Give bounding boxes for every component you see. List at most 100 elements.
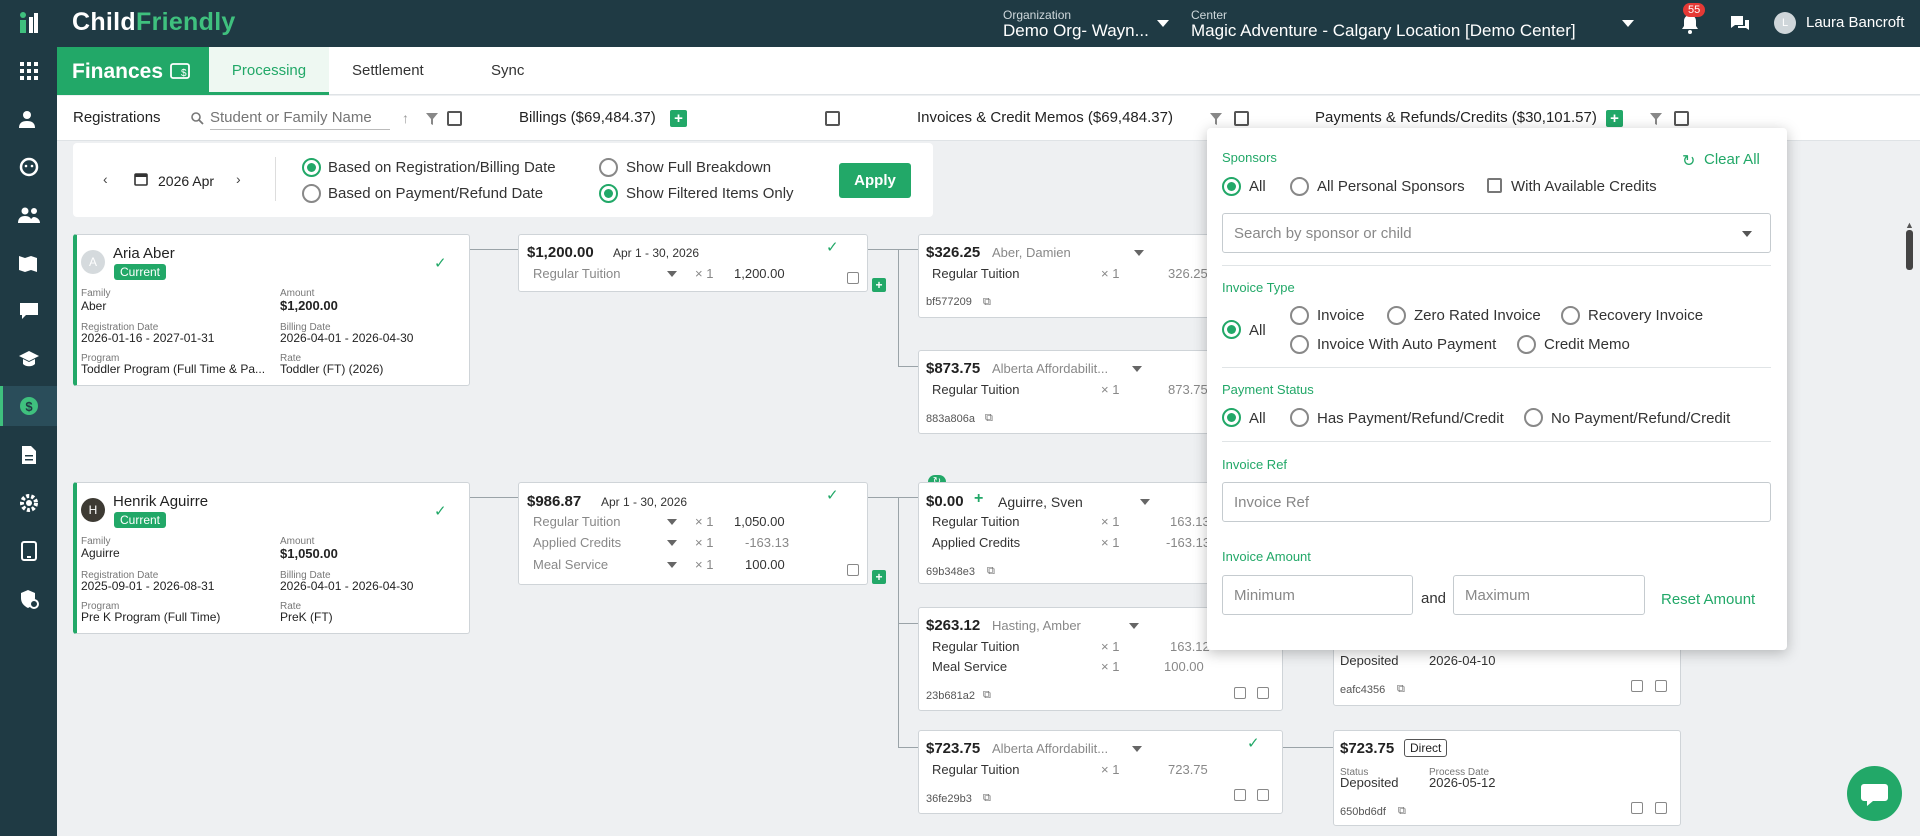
add-billing-button[interactable]: + bbox=[670, 110, 687, 127]
invoice-type-auto-payment-radio[interactable] bbox=[1290, 335, 1309, 354]
invoice-type-zero-rated-radio[interactable] bbox=[1387, 306, 1406, 325]
student-search-input[interactable] bbox=[210, 106, 390, 130]
show-full-breakdown-radio[interactable] bbox=[599, 158, 618, 177]
tab-settlement[interactable]: Settlement bbox=[352, 62, 424, 79]
menu-logo-icon[interactable] bbox=[18, 11, 40, 40]
with-available-credits-checkbox[interactable] bbox=[1487, 178, 1502, 193]
chevron-down-icon[interactable] bbox=[1742, 231, 1752, 237]
chevron-down-icon[interactable] bbox=[1132, 366, 1142, 372]
sponsor-personal-radio[interactable] bbox=[1290, 177, 1309, 196]
apply-button[interactable]: Apply bbox=[839, 163, 911, 198]
child-icon[interactable] bbox=[14, 152, 44, 182]
document-icon[interactable] bbox=[1234, 687, 1246, 699]
document-icon[interactable] bbox=[1234, 789, 1246, 801]
invoice-type-all-radio[interactable] bbox=[1222, 320, 1241, 339]
reset-amount-button[interactable]: Reset Amount bbox=[1661, 591, 1755, 608]
apps-icon[interactable] bbox=[14, 56, 44, 86]
registrations-checkbox[interactable] bbox=[447, 111, 462, 126]
chat-button[interactable] bbox=[1847, 766, 1902, 821]
scrollbar-thumb[interactable] bbox=[1906, 230, 1913, 270]
receipt-icon[interactable] bbox=[847, 564, 859, 576]
bell-icon[interactable] bbox=[1681, 14, 1699, 39]
invoice-sponsor[interactable]: Alberta Affordabilit... bbox=[992, 361, 1108, 376]
chevron-down-icon[interactable] bbox=[667, 271, 677, 277]
payment-status-has-radio[interactable] bbox=[1290, 408, 1309, 427]
sponsor-search-select[interactable]: Search by sponsor or child bbox=[1222, 213, 1771, 253]
tab-processing[interactable]: Processing bbox=[209, 47, 329, 95]
check-in-icon[interactable] bbox=[14, 104, 44, 134]
child-name[interactable]: Henrik Aguirre bbox=[113, 493, 208, 510]
payments-checkbox[interactable] bbox=[1674, 111, 1689, 126]
tablet-icon[interactable] bbox=[14, 536, 44, 566]
line-item[interactable]: Regular Tuition bbox=[533, 514, 620, 529]
show-filtered-radio[interactable] bbox=[599, 184, 618, 203]
chat-bubbles-icon[interactable] bbox=[1730, 15, 1750, 38]
finances-icon[interactable]: $ bbox=[14, 391, 44, 421]
receipt-icon[interactable] bbox=[1257, 687, 1269, 699]
copy-icon[interactable]: ⧉ bbox=[1397, 683, 1405, 696]
settings-icon[interactable] bbox=[14, 488, 44, 518]
invoice-sponsor[interactable]: Hasting, Amber bbox=[992, 618, 1081, 633]
receipt-icon[interactable] bbox=[1655, 802, 1667, 814]
invoice-type-credit-memo-radio[interactable] bbox=[1517, 335, 1536, 354]
family-icon[interactable] bbox=[14, 200, 44, 230]
document-icon[interactable] bbox=[1631, 802, 1643, 814]
line-item[interactable]: Applied Credits bbox=[533, 535, 621, 550]
next-month-chevron-icon[interactable]: › bbox=[236, 171, 241, 187]
center-chevron-down-icon[interactable] bbox=[1622, 20, 1634, 27]
billings-checkbox[interactable] bbox=[825, 111, 840, 126]
invoice-sponsor[interactable]: Alberta Affordabilit... bbox=[992, 741, 1108, 756]
month-label[interactable]: 2026 Apr bbox=[158, 173, 214, 189]
invoices-checkbox[interactable] bbox=[1234, 111, 1249, 126]
min-amount-input[interactable]: Minimum bbox=[1222, 575, 1413, 615]
copy-icon[interactable]: ⧉ bbox=[1398, 805, 1406, 818]
copy-icon[interactable]: ⧉ bbox=[983, 296, 991, 309]
add-line-button[interactable]: + bbox=[974, 490, 983, 508]
filter-icon-registrations[interactable] bbox=[426, 112, 438, 130]
sponsor-all-radio[interactable] bbox=[1222, 177, 1241, 196]
admin-icon[interactable] bbox=[14, 584, 44, 614]
add-payment-button[interactable]: + bbox=[1606, 110, 1623, 127]
chevron-down-icon[interactable] bbox=[1140, 499, 1150, 505]
payment-status-none-radio[interactable] bbox=[1524, 408, 1543, 427]
chevron-down-icon[interactable] bbox=[1134, 250, 1144, 256]
tab-sync[interactable]: Sync bbox=[491, 62, 524, 79]
document-icon[interactable] bbox=[1631, 680, 1643, 692]
center-select[interactable]: Magic Adventure - Calgary Location [Demo… bbox=[1191, 21, 1576, 41]
chevron-down-icon[interactable] bbox=[667, 540, 677, 546]
receipt-icon[interactable] bbox=[1655, 680, 1667, 692]
copy-icon[interactable]: ⧉ bbox=[983, 792, 991, 805]
invoice-sponsor[interactable]: Aguirre, Sven bbox=[998, 494, 1083, 510]
org-chevron-down-icon[interactable] bbox=[1157, 20, 1169, 27]
invoice-ref-input[interactable]: Invoice Ref bbox=[1222, 482, 1771, 522]
org-select[interactable]: Demo Org- Wayn... bbox=[1003, 21, 1149, 41]
receipt-icon[interactable] bbox=[1257, 789, 1269, 801]
billing-card[interactable] bbox=[518, 234, 868, 292]
invoice-sponsor[interactable]: Aber, Damien bbox=[992, 245, 1071, 260]
messages-icon[interactable] bbox=[14, 296, 44, 326]
based-on-registration-radio[interactable] bbox=[302, 158, 321, 177]
chevron-down-icon[interactable] bbox=[1132, 746, 1142, 752]
copy-icon[interactable]: ⧉ bbox=[985, 412, 993, 425]
calendar-icon[interactable] bbox=[134, 172, 148, 191]
invoice-type-recovery-radio[interactable] bbox=[1561, 306, 1580, 325]
prev-month-chevron-icon[interactable]: ‹ bbox=[103, 171, 108, 187]
curriculum-icon[interactable] bbox=[14, 248, 44, 278]
education-icon[interactable] bbox=[14, 344, 44, 374]
documents-icon[interactable] bbox=[14, 440, 44, 470]
add-invoice-button[interactable]: + bbox=[872, 570, 886, 584]
max-amount-input[interactable]: Maximum bbox=[1453, 575, 1645, 615]
line-item[interactable]: Meal Service bbox=[533, 557, 608, 572]
copy-icon[interactable]: ⧉ bbox=[987, 565, 995, 578]
add-invoice-button[interactable]: + bbox=[872, 278, 886, 292]
line-item[interactable]: Regular Tuition bbox=[533, 266, 620, 281]
copy-icon[interactable]: ⧉ bbox=[983, 689, 991, 702]
sort-arrow-icon[interactable]: ↑ bbox=[402, 110, 409, 126]
based-on-payment-radio[interactable] bbox=[302, 184, 321, 203]
refresh-icon[interactable]: ↻ bbox=[1682, 151, 1695, 171]
clear-all-button[interactable]: Clear All bbox=[1704, 151, 1760, 168]
payment-status-all-radio[interactable] bbox=[1222, 408, 1241, 427]
user-name[interactable]: Laura Bancroft bbox=[1806, 14, 1904, 31]
receipt-icon[interactable] bbox=[847, 272, 859, 284]
chevron-down-icon[interactable] bbox=[667, 562, 677, 568]
